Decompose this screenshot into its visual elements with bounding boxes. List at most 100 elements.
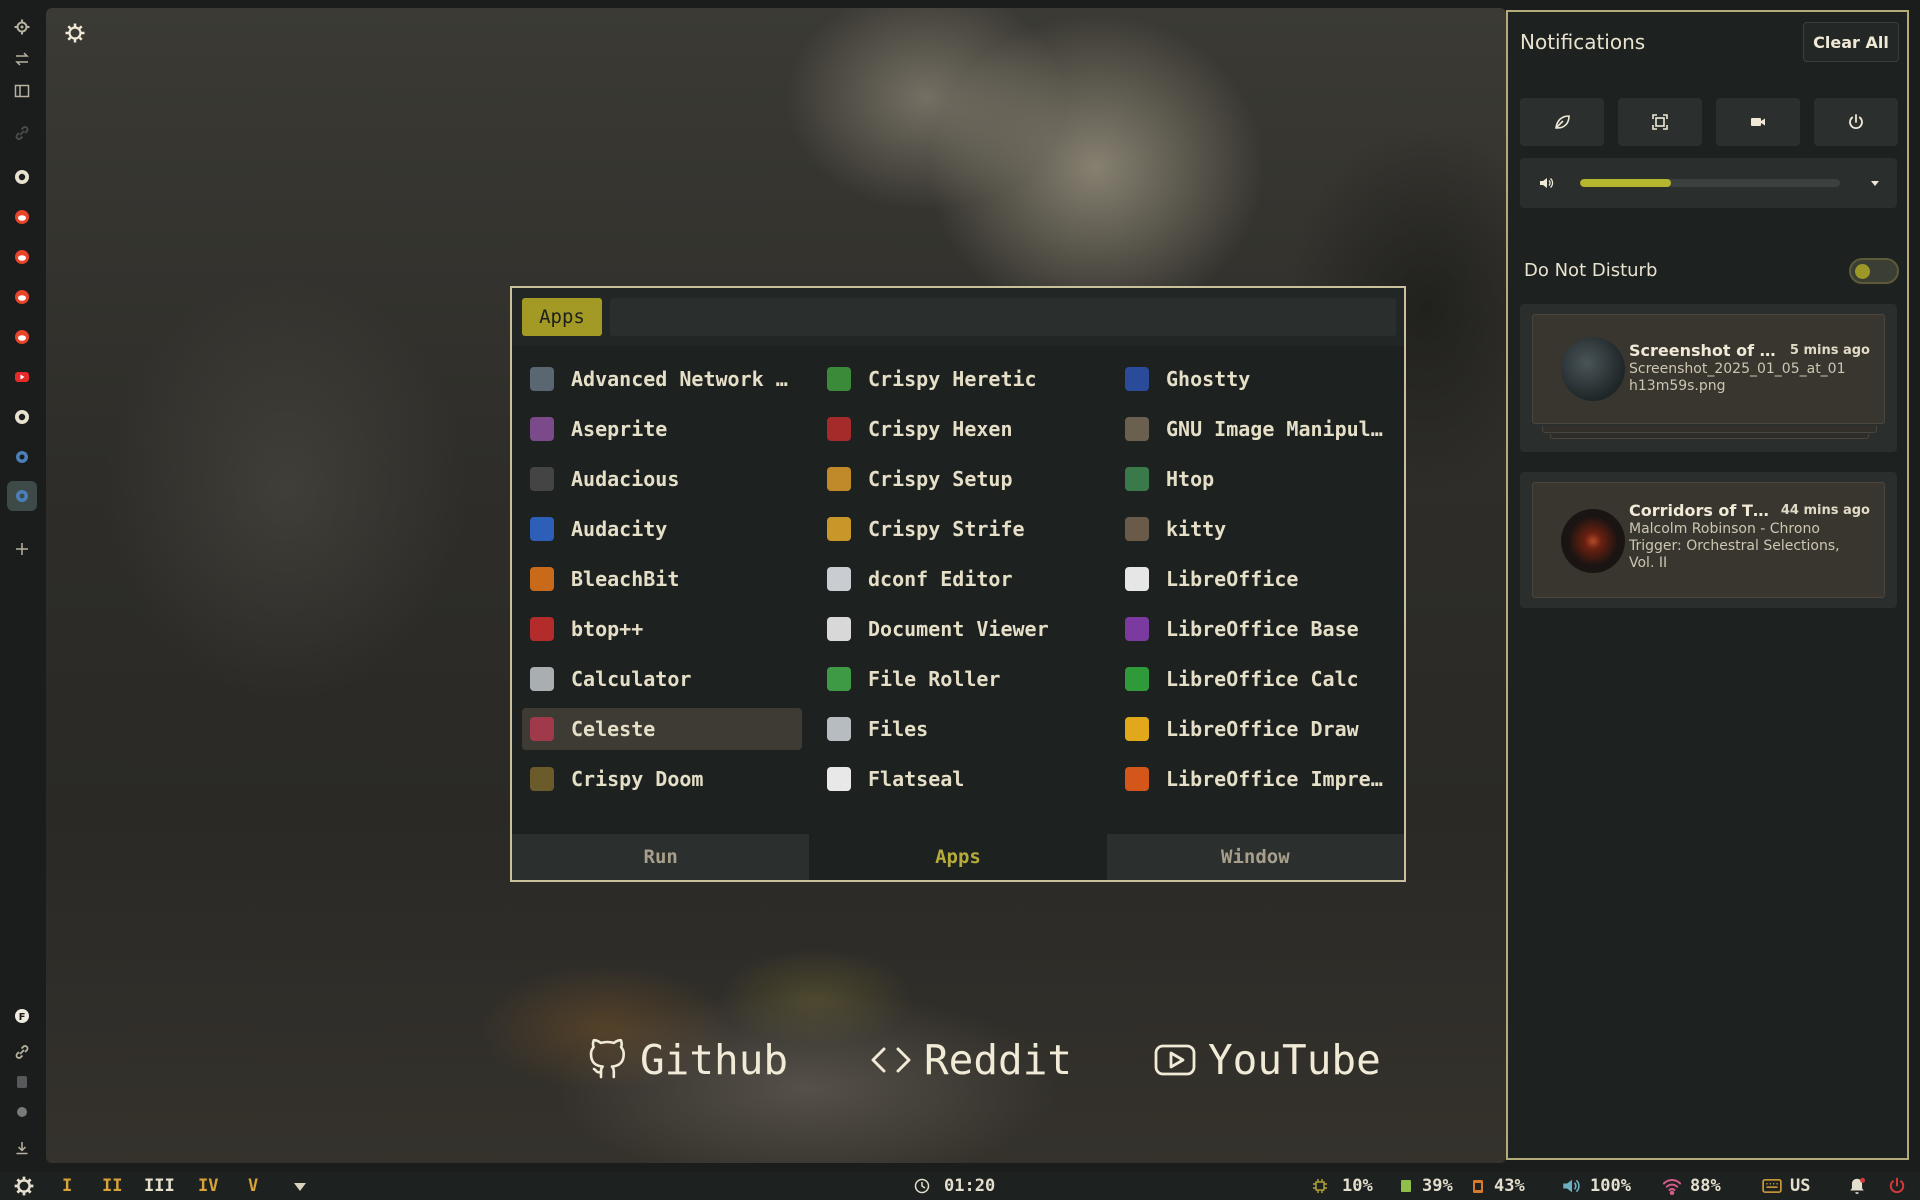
reddit-icon[interactable] [7, 282, 37, 312]
github-icon[interactable] [7, 162, 37, 192]
launcher-search-input[interactable] [610, 298, 1396, 336]
battery-icon [1473, 1180, 1483, 1193]
app-item[interactable]: Audacity [522, 508, 802, 550]
app-item[interactable]: Calculator [522, 658, 802, 700]
youtube-icon[interactable] [7, 362, 37, 392]
workspace-1[interactable]: I [62, 1172, 72, 1200]
workspace-5[interactable]: V [248, 1172, 258, 1200]
clock[interactable]: 01:20 [914, 1172, 995, 1200]
workspace-2[interactable]: II [102, 1172, 122, 1200]
reddit-icon[interactable] [7, 202, 37, 232]
notification-card[interactable]: Screenshot of … 5 mins ago Screenshot_20… [1532, 314, 1885, 424]
app-item-label: Flatseal [868, 767, 965, 791]
app-item[interactable]: Crispy Setup [819, 458, 1099, 500]
app-item[interactable]: LibreOffice Draw [1117, 708, 1397, 750]
app-item[interactable]: LibreOffice Base [1117, 608, 1397, 650]
battery-indicator[interactable]: 43% [1470, 1172, 1525, 1200]
memory-icon [1401, 1180, 1411, 1192]
tab-apps[interactable]: Apps [809, 834, 1107, 880]
app-item[interactable]: Crispy Hexen [819, 408, 1099, 450]
tab-run[interactable]: Run [512, 834, 810, 880]
tab-window[interactable]: Window [1106, 834, 1404, 880]
clear-all-button[interactable]: Clear All [1803, 22, 1899, 62]
download-icon[interactable] [7, 1133, 37, 1163]
app-icon[interactable] [7, 442, 37, 472]
app-item[interactable]: LibreOffice [1117, 558, 1397, 600]
link-icon[interactable] [7, 1037, 37, 1067]
notification-bell-icon[interactable] [1848, 1172, 1866, 1200]
workspace-3[interactable]: III [144, 1172, 175, 1200]
app-item[interactable]: Crispy Doom [522, 758, 802, 800]
youtube-link-label: YouTube [1208, 1036, 1381, 1084]
volume-slider[interactable] [1580, 179, 1840, 187]
reddit-link[interactable]: Reddit [868, 1032, 1072, 1088]
notification-card[interactable]: Corridors of T… 44 mins ago Malcolm Robi… [1532, 482, 1885, 598]
app-item[interactable]: Files [819, 708, 1099, 750]
app-item-label: Audacity [571, 517, 668, 541]
leaf-icon [1555, 115, 1570, 129]
app-item[interactable]: dconf Editor [819, 558, 1099, 600]
record-button[interactable] [1716, 98, 1800, 146]
app-item[interactable]: Audacious [522, 458, 802, 500]
github-link[interactable]: Github [584, 1032, 788, 1088]
youtube-link[interactable]: YouTube [1152, 1032, 1381, 1088]
f-badge-icon[interactable]: F [7, 1001, 37, 1031]
app-item-label: Crispy Strife [868, 517, 1025, 541]
do-not-disturb-toggle[interactable] [1849, 258, 1899, 284]
app-item[interactable]: Crispy Heretic [819, 358, 1099, 400]
memory-value: 39% [1422, 1176, 1453, 1196]
swap-icon[interactable] [7, 44, 37, 74]
app-item[interactable]: LibreOffice Impre… [1117, 758, 1397, 800]
wifi-indicator[interactable]: 88% [1662, 1172, 1721, 1200]
notification-thumbnail [1561, 337, 1625, 401]
dconf-editor-icon [827, 567, 851, 591]
app-item[interactable]: GNU Image Manipul… [1117, 408, 1397, 450]
btop-icon [530, 617, 554, 641]
tray-app-icon[interactable] [292, 1172, 308, 1200]
volume-slider-fill [1580, 179, 1671, 187]
app-item[interactable]: BleachBit [522, 558, 802, 600]
launcher-header: Apps [512, 288, 1404, 346]
settings-icon[interactable] [7, 12, 37, 42]
svg-text:F: F [19, 1012, 26, 1023]
app-item[interactable]: Htop [1117, 458, 1397, 500]
notification-body: Malcolm Robinson - Chrono Trigger: Orche… [1629, 521, 1840, 571]
chevron-down-icon[interactable] [1869, 177, 1881, 189]
power-icon[interactable] [1888, 1172, 1906, 1200]
app-item-label: Aseprite [571, 417, 668, 441]
volume-icon [1563, 1179, 1580, 1193]
reddit-icon[interactable] [7, 322, 37, 352]
app-item[interactable]: Aseprite [522, 408, 802, 450]
crispy-setup-icon [827, 467, 851, 491]
app-item[interactable]: Ghostty [1117, 358, 1397, 400]
app-item[interactable]: File Roller [819, 658, 1099, 700]
keyboard-layout-indicator[interactable]: US [1762, 1172, 1810, 1200]
app-item[interactable]: Advanced Network … [522, 358, 802, 400]
add-icon[interactable] [7, 534, 37, 564]
sidebar-toggle-icon[interactable] [7, 76, 37, 106]
app-item[interactable]: btop++ [522, 608, 802, 650]
settings-icon[interactable] [64, 22, 86, 44]
app-item[interactable]: Document Viewer [819, 608, 1099, 650]
leaf-button[interactable] [1520, 98, 1604, 146]
app-icon-active[interactable] [7, 481, 37, 511]
power-button[interactable] [1814, 98, 1898, 146]
volume-indicator[interactable]: 100% [1562, 1172, 1631, 1200]
app-icon[interactable] [7, 1067, 37, 1097]
workspace-4[interactable]: IV [198, 1172, 218, 1200]
app-item-label: LibreOffice Draw [1166, 717, 1359, 741]
cpu-indicator[interactable]: 10% [1312, 1172, 1373, 1200]
app-item-label: LibreOffice Base [1166, 617, 1359, 641]
system-menu-icon[interactable] [14, 1172, 34, 1200]
memory-indicator[interactable]: 39% [1398, 1172, 1453, 1200]
app-item[interactable]: Celeste [522, 708, 802, 750]
app-item[interactable]: Flatseal [819, 758, 1099, 800]
screenshot-button[interactable] [1618, 98, 1702, 146]
app-icon[interactable] [7, 1097, 37, 1127]
github-icon[interactable] [7, 402, 37, 432]
link-icon[interactable] [7, 118, 37, 148]
app-item[interactable]: Crispy Strife [819, 508, 1099, 550]
app-item[interactable]: LibreOffice Calc [1117, 658, 1397, 700]
reddit-icon[interactable] [7, 242, 37, 272]
app-item[interactable]: kitty [1117, 508, 1397, 550]
